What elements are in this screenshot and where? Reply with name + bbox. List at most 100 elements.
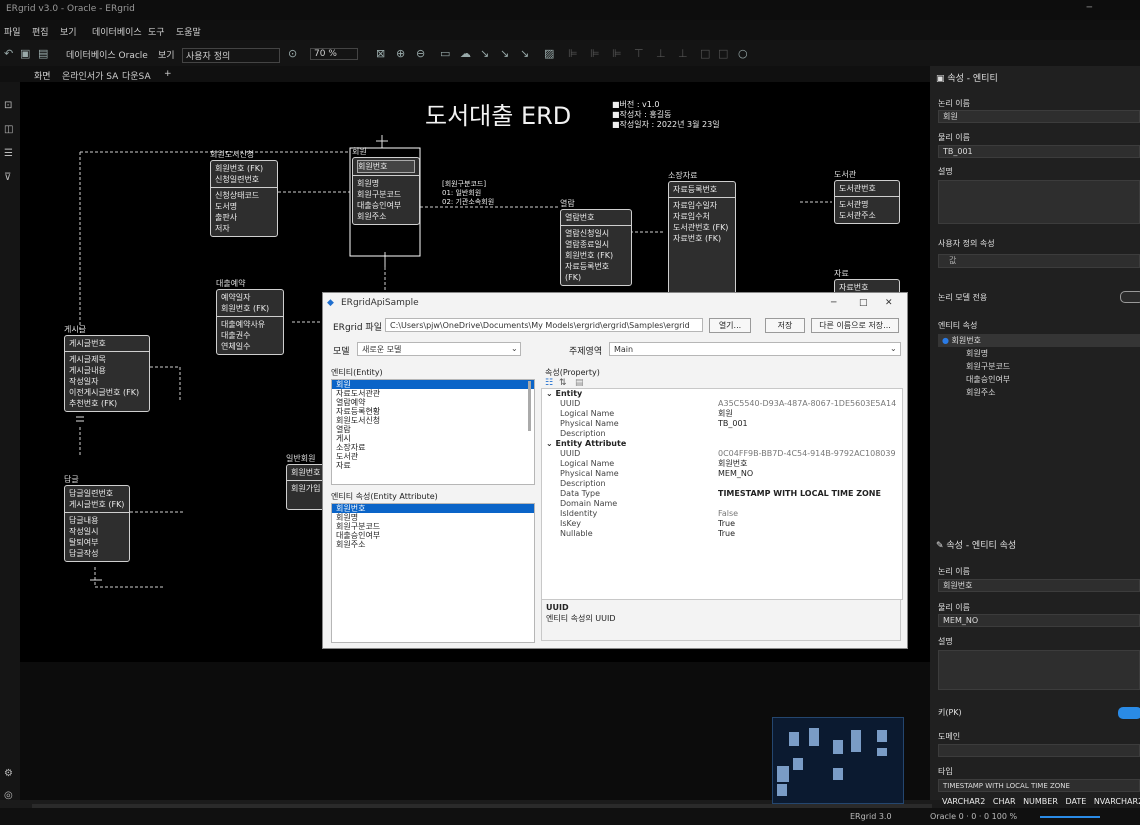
type-number-button[interactable]: NUMBER	[1023, 797, 1058, 806]
settings-icon[interactable]: ⚙	[4, 768, 13, 779]
list-item[interactable]: 대출승인여부	[332, 531, 534, 540]
list-item[interactable]: 자료도서관관	[332, 389, 534, 398]
property-grid[interactable]: ⌄ Entity UUID A35C5540-D93A-487A-8067-1DE…	[541, 388, 903, 600]
key-toggle[interactable]	[1118, 707, 1140, 719]
list-item[interactable]: 게시	[332, 434, 534, 443]
circle-icon[interactable]: ○	[738, 47, 748, 60]
sub-description-textarea[interactable]	[938, 650, 1140, 690]
domain-select[interactable]	[938, 744, 1140, 757]
entity-list-scrollbar[interactable]	[528, 381, 531, 431]
type-char-button[interactable]: CHAR	[993, 797, 1016, 806]
property-value[interactable]: 회원번호	[718, 459, 747, 469]
property-value[interactable]: 회원	[718, 409, 733, 419]
entity-box[interactable]: 도서관번호 도서관명 도서관주소	[834, 180, 900, 224]
relation3-tool-icon[interactable]: ↘	[520, 47, 529, 60]
file-path-input[interactable]: C:\Users\pjw\OneDrive\Documents\My Model…	[385, 318, 703, 332]
account-icon[interactable]: ◎	[4, 790, 13, 801]
list-item[interactable]: 회원	[332, 380, 534, 389]
dialog-close-icon[interactable]: ✕	[885, 298, 893, 308]
zoom-slider[interactable]	[1040, 816, 1100, 818]
entity-attr-list[interactable]: ● 회원번호 회원명 회원구분코드 대출승인여부 회원주소	[938, 334, 1140, 399]
tab-screen[interactable]: 화면	[34, 69, 51, 82]
align-bottom-icon[interactable]: ⊥	[678, 47, 688, 60]
list-item[interactable]: 도서관	[332, 452, 534, 461]
list-item[interactable]: 회원구분코드	[332, 522, 534, 531]
align-left-icon[interactable]: ⊫	[568, 47, 578, 60]
filter-icon[interactable]: ⊽	[4, 172, 11, 183]
menu-tools[interactable]: 도구	[148, 25, 165, 38]
minimize-icon[interactable]: ─	[1087, 3, 1092, 13]
menu-view[interactable]: 보기	[60, 25, 77, 38]
target-icon[interactable]: ⊙	[288, 47, 297, 60]
open-icon[interactable]: ▤	[38, 47, 48, 60]
attr-list-item[interactable]: 대출승인여부	[938, 373, 1140, 386]
save-icon[interactable]: ▣	[20, 47, 30, 60]
property-value[interactable]: A35C5540-D93A-487A-8067-1DE5603E5A14	[718, 399, 896, 409]
menu-edit[interactable]: 편집	[32, 25, 49, 38]
database-label[interactable]: 데이터베이스 Oracle	[66, 48, 148, 61]
categorized-icon[interactable]: ☷	[545, 378, 553, 388]
sub-physical-input[interactable]: MEM_NO	[938, 614, 1140, 627]
entity-tool-icon[interactable]: ▭	[440, 47, 450, 60]
view-select[interactable]: 사용자 정의	[182, 48, 280, 63]
subject-chevron-down-icon[interactable]: ⌄	[890, 344, 897, 353]
property-pages-icon[interactable]: ▤	[575, 378, 584, 388]
relation2-tool-icon[interactable]: ↘	[500, 47, 509, 60]
entity-listbox[interactable]: 회원 자료도서관관 열람예약 자료등록현황 회원도서신청 열람 게시 소장자료 …	[331, 379, 535, 485]
dialog-minimize-icon[interactable]: ─	[831, 298, 836, 308]
entity-box[interactable]: 회원번호 (FK) 신청일련번호 신청상태코드 도서명 출판사 저자	[210, 160, 278, 237]
attr-list-item[interactable]: 회원명	[938, 347, 1140, 360]
list-icon[interactable]: ☰	[4, 148, 13, 159]
property-value[interactable]: TB_001	[718, 419, 748, 429]
list-item[interactable]: 소장자료	[332, 443, 534, 452]
property-value[interactable]: MEM_NO	[718, 469, 753, 479]
model-chevron-down-icon[interactable]: ⌄	[511, 344, 518, 353]
type-input[interactable]: TIMESTAMP WITH LOCAL TIME ZONE	[938, 779, 1140, 792]
view-tool-icon[interactable]: ☁	[460, 47, 471, 60]
zoom-in-icon[interactable]: ⊕	[396, 47, 405, 60]
save-button[interactable]: 저장	[765, 318, 805, 333]
save-as-button[interactable]: 다른 이름으로 저장...	[811, 318, 899, 333]
open-button[interactable]: 열기...	[709, 318, 751, 333]
dialog-maximize-icon[interactable]: □	[859, 298, 868, 308]
menu-help[interactable]: 도움말	[176, 25, 201, 38]
sub-logical-input[interactable]: 회원번호	[938, 579, 1140, 592]
property-value[interactable]: False	[718, 509, 738, 519]
entity-box[interactable]: 예약일자 회원번호 (FK) 대출예약사유 대출권수 연체일수	[216, 289, 284, 355]
property-value[interactable]: TIMESTAMP WITH LOCAL TIME ZONE	[718, 489, 881, 499]
list-item[interactable]: 열람예약	[332, 398, 534, 407]
entity-box[interactable]: 회원번호 회원명 회원구분코드 대출승인여부 회원주소	[352, 157, 420, 225]
list-item[interactable]: 열람	[332, 425, 534, 434]
menu-file[interactable]: 파일	[4, 25, 21, 38]
model-select[interactable]: 새로운 모델	[357, 342, 521, 356]
list-item[interactable]: 자료등록현황	[332, 407, 534, 416]
list-item[interactable]: 회원주소	[332, 540, 534, 549]
align-mid-icon[interactable]: ⊥	[656, 47, 666, 60]
attr-list-item[interactable]: 회원구분코드	[938, 360, 1140, 373]
attr-list-item[interactable]: 회원주소	[938, 386, 1140, 399]
udp-table[interactable]: 값	[938, 254, 1140, 268]
entity-box[interactable]: 답글일련번호 게시글번호 (FK) 답글내용 작성일시 탈퇴여부 답글작성	[64, 485, 130, 562]
entity-box[interactable]: 게시글번호 게시글제목 게시글내용 작성일자 이전게시글번호 (FK) 추천번호 (FK…	[64, 335, 150, 412]
list-item[interactable]: 회원번호	[332, 504, 534, 513]
entity-box[interactable]: 열람번호 열람신청일시 열람종료일시 회원번호 (FK) 자료등록번호 (FK)	[560, 209, 632, 286]
tab-add[interactable]: +	[164, 69, 172, 79]
description-textarea[interactable]	[938, 180, 1140, 224]
align-top-icon[interactable]: ⊤	[634, 47, 644, 60]
list-item[interactable]: 회원명	[332, 513, 534, 522]
relation-tool-icon[interactable]: ↘	[480, 47, 489, 60]
size-icon[interactable]: □	[700, 47, 710, 60]
entity-box[interactable]: 자료등록번호 자료입수일자 자료입수처 도서관번호 (FK) 자료번호 (FK)	[668, 181, 736, 295]
type-varchar2-button[interactable]: VARCHAR2	[942, 797, 985, 806]
menu-database[interactable]: 데이터베이스	[92, 25, 142, 38]
zoom-out-icon[interactable]: ⊖	[416, 47, 425, 60]
property-value[interactable]: 0C04FF9B-BB7D-4C54-914B-9792AC108039	[718, 449, 896, 459]
type-date-button[interactable]: DATE	[1065, 797, 1086, 806]
diagram-minimap[interactable]	[772, 717, 904, 804]
zoom-select[interactable]: 70 %	[310, 48, 358, 60]
property-value[interactable]: True	[718, 529, 735, 539]
logical-name-input[interactable]: 회원	[938, 110, 1140, 123]
attribute-listbox[interactable]: 회원번호 회원명 회원구분코드 대출승인여부 회원주소	[331, 503, 535, 643]
subject-select[interactable]: Main	[609, 342, 901, 356]
property-value[interactable]: True	[718, 519, 735, 529]
